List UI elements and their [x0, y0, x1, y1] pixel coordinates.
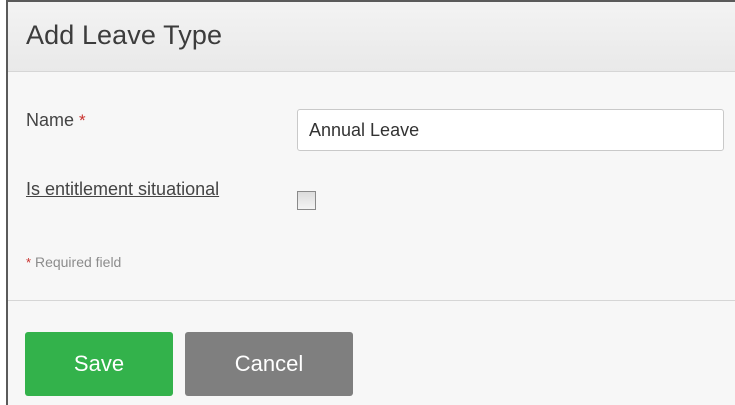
cancel-button[interactable]: Cancel [185, 332, 353, 396]
entitlement-situational-checkbox[interactable] [297, 191, 316, 210]
add-leave-type-panel: Add Leave Type Name * Is entitlement sit… [6, 0, 735, 405]
save-button[interactable]: Save [25, 332, 173, 396]
name-label: Name * [26, 110, 86, 131]
page-title: Add Leave Type [26, 20, 223, 50]
entitlement-situational-label[interactable]: Is entitlement situational [26, 179, 219, 200]
required-note-text: Required field [31, 254, 122, 270]
required-field-note: * Required field [26, 254, 121, 270]
name-input[interactable] [297, 109, 724, 151]
required-asterisk: * [79, 111, 86, 130]
divider [8, 300, 735, 301]
panel-header: Add Leave Type [8, 2, 735, 72]
name-label-text: Name [26, 110, 75, 130]
